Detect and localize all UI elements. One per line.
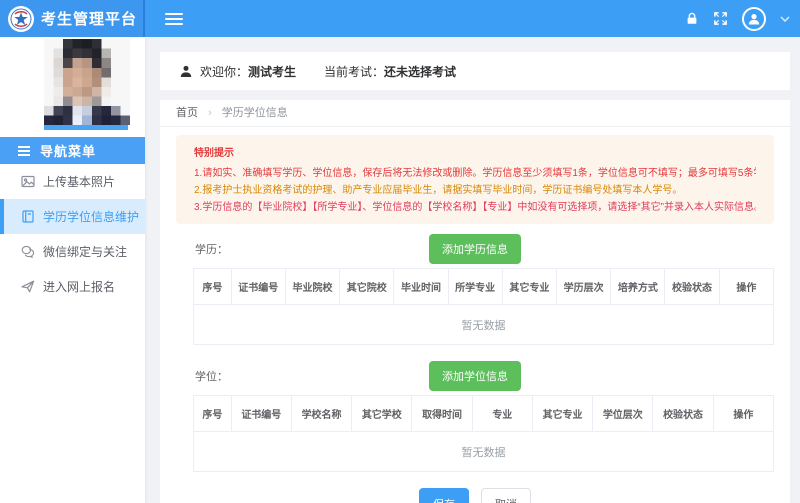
- column-header: 学校名称: [291, 396, 351, 432]
- degree-empty-row: 暂无数据: [194, 432, 774, 472]
- sidebar-item-education-info[interactable]: 学历学位信息维护: [0, 199, 145, 234]
- degree-table: 序号 证书编号 学校名称 其它学校 取得时间 专业 其它专业 学位层次 校验状态…: [193, 395, 774, 472]
- fullscreen-icon[interactable]: [713, 11, 728, 26]
- notebook-icon: [21, 210, 35, 223]
- column-header: 校验状态: [665, 269, 719, 305]
- lock-icon[interactable]: [685, 11, 699, 26]
- sidebar-item-online-registration[interactable]: 进入网上报名: [0, 269, 145, 304]
- sidebar: 导航菜单 上传基本照片 学历学位信息维护: [0, 37, 145, 503]
- column-header: 序号: [194, 396, 232, 432]
- cancel-button[interactable]: 取消: [481, 488, 531, 503]
- app-header: 考生管理平台: [0, 0, 800, 37]
- nav-menu-header: 导航菜单: [0, 137, 145, 164]
- welcome-bar: 欢迎你：测试考生 当前考试：还未选择考试: [160, 52, 790, 90]
- education-table-header-row: 序号 证书编号 毕业院校 其它院校 毕业时间 所学专业 其它专业 学历层次 培养…: [194, 269, 774, 305]
- chevron-down-icon[interactable]: [780, 15, 790, 23]
- app-title: 考生管理平台: [41, 8, 137, 29]
- column-header: 其它专业: [502, 269, 556, 305]
- empty-text: 暂无数据: [194, 432, 774, 472]
- sidebar-item-label: 进入网上报名: [43, 278, 115, 295]
- column-header: 证书编号: [231, 396, 291, 432]
- sidebar-item-label: 微信绑定与关注: [43, 243, 127, 260]
- wechat-icon: [21, 245, 35, 258]
- notice-line-3: 3.学历信息的【毕业院校】【所学专业】、学位信息的【学校名称】【专业】中如没有可…: [194, 199, 756, 216]
- nav-menu-title: 导航菜单: [40, 141, 96, 160]
- brand: 考生管理平台: [0, 0, 145, 37]
- welcome-label: 欢迎你：: [200, 63, 248, 80]
- candidate-photo: [44, 37, 130, 133]
- sidebar-item-wechat[interactable]: 微信绑定与关注: [0, 234, 145, 269]
- column-header: 其它专业: [532, 396, 592, 432]
- menu-bars-icon: [18, 144, 30, 158]
- notice-title: 特别提示: [194, 144, 756, 159]
- breadcrumb: 首页 › 学历学位信息: [160, 100, 790, 127]
- degree-section-header: 学位： 添加学位信息: [193, 361, 757, 387]
- add-degree-button[interactable]: 添加学位信息: [429, 361, 521, 391]
- main-area: 欢迎你：测试考生 当前考试：还未选择考试 首页 › 学历学位信息 特别提示 1.…: [145, 37, 800, 503]
- column-header: 学位层次: [593, 396, 653, 432]
- education-label: 学历：: [195, 241, 228, 257]
- app-logo-icon: [8, 6, 34, 32]
- column-header: 其它学校: [352, 396, 412, 432]
- menu-toggle-icon[interactable]: [165, 10, 183, 28]
- education-empty-row: 暂无数据: [194, 305, 774, 345]
- column-header: 其它院校: [340, 269, 394, 305]
- column-header: 专业: [472, 396, 532, 432]
- image-icon: [21, 175, 35, 188]
- column-header: 序号: [194, 269, 232, 305]
- form-actions: 保存 取消: [160, 488, 790, 503]
- breadcrumb-current: 学历学位信息: [222, 107, 288, 119]
- user-avatar[interactable]: [742, 7, 766, 31]
- sidebar-item-label: 上传基本照片: [43, 173, 115, 190]
- education-table: 序号 证书编号 毕业院校 其它院校 毕业时间 所学专业 其它专业 学历层次 培养…: [193, 268, 774, 345]
- column-header: 证书编号: [231, 269, 285, 305]
- column-header: 取得时间: [412, 396, 472, 432]
- sidebar-item-label: 学历学位信息维护: [43, 208, 139, 225]
- add-education-button[interactable]: 添加学历信息: [429, 234, 521, 264]
- column-header: 操作: [713, 396, 773, 432]
- column-header: 学历层次: [557, 269, 611, 305]
- special-notice: 特别提示 1.请如实、准确填写学历、学位信息，保存后将无法修改或删除。学历信息至…: [176, 135, 774, 224]
- save-button[interactable]: 保存: [419, 488, 469, 503]
- column-header: 操作: [719, 269, 773, 305]
- sidebar-menu: 上传基本照片 学历学位信息维护 微信绑定与关注: [0, 164, 145, 304]
- breadcrumb-separator: ›: [208, 107, 212, 119]
- content-card: 首页 › 学历学位信息 特别提示 1.请如实、准确填写学历、学位信息，保存后将无…: [160, 100, 790, 503]
- notice-line-2: 2.报考护士执业资格考试的护理、助产专业应届毕业生，请据实填写毕业时间，学历证书…: [194, 182, 756, 199]
- notice-line-1: 1.请如实、准确填写学历、学位信息，保存后将无法修改或删除。学历信息至少须填写1…: [194, 165, 756, 182]
- breadcrumb-home[interactable]: 首页: [176, 107, 198, 119]
- column-header: 培养方式: [611, 269, 665, 305]
- column-header: 校验状态: [653, 396, 713, 432]
- education-section-header: 学历： 添加学历信息: [193, 234, 757, 260]
- person-icon: [180, 65, 192, 78]
- column-header: 毕业时间: [394, 269, 448, 305]
- column-header: 所学专业: [448, 269, 502, 305]
- column-header: 毕业院校: [285, 269, 339, 305]
- degree-table-header-row: 序号 证书编号 学校名称 其它学校 取得时间 专业 其它专业 学位层次 校验状态…: [194, 396, 774, 432]
- candidate-name: 测试考生: [248, 63, 296, 80]
- paper-plane-icon: [21, 280, 35, 293]
- current-exam-label: 当前考试：: [324, 63, 384, 80]
- degree-label: 学位：: [195, 368, 228, 384]
- sidebar-item-upload-photo[interactable]: 上传基本照片: [0, 164, 145, 199]
- current-exam-value: 还未选择考试: [384, 63, 456, 80]
- empty-text: 暂无数据: [194, 305, 774, 345]
